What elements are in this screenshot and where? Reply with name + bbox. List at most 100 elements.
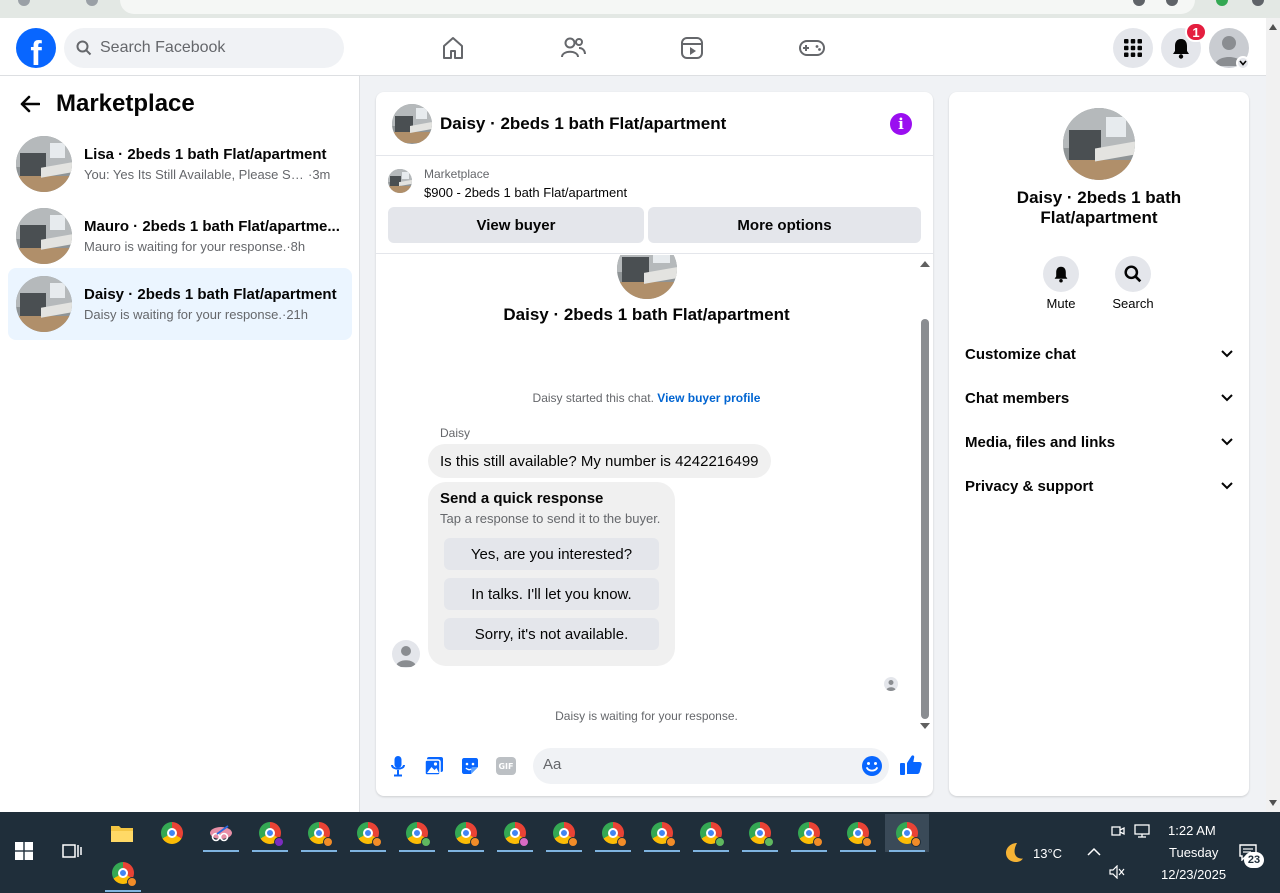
chrome-profile-1-icon[interactable] [248, 814, 292, 852]
chrome-profile-3-icon[interactable] [346, 814, 390, 852]
chrome-profile-5-icon[interactable] [444, 814, 488, 852]
network-icon[interactable] [1134, 824, 1150, 838]
section-label: Chat members [965, 389, 1070, 407]
chrome-profile-6-icon[interactable] [493, 814, 537, 852]
quick-response-in-talks[interactable]: In talks. I'll let you know. [444, 578, 659, 610]
chrome-profile-8-icon[interactable] [591, 814, 635, 852]
back-icon[interactable] [18, 0, 30, 6]
search-input[interactable] [100, 39, 320, 57]
file-explorer-icon[interactable] [100, 814, 144, 852]
meet-now-icon[interactable] [1111, 824, 1125, 838]
weather-temperature[interactable]: 13°C [1033, 846, 1062, 861]
sender-avatar [392, 640, 420, 668]
scroll-thumb[interactable] [921, 319, 929, 719]
snipping-tool-icon[interactable] [199, 814, 243, 852]
moon-weather-icon[interactable] [1002, 841, 1024, 863]
conversation-snippet: Daisy is waiting for your response. [84, 307, 282, 322]
view-buyer-button[interactable]: View buyer [388, 207, 644, 243]
message-input[interactable] [543, 756, 843, 773]
conversation-time: ·8h [286, 239, 306, 254]
search-box[interactable] [64, 28, 344, 68]
clock-day[interactable]: Tuesday [1169, 845, 1218, 860]
browser-toolbar [0, 0, 1280, 18]
message-thread[interactable]: Daisy · 2beds 1 bath Flat/apartment Dais… [376, 255, 933, 733]
chevron-down-icon [1221, 438, 1233, 446]
gif-icon[interactable]: GIF [494, 754, 518, 778]
conversation-item-daisy[interactable]: Daisy · 2beds 1 bath Flat/apartment Dais… [8, 268, 352, 340]
chrome-profile-10-icon[interactable] [689, 814, 733, 852]
listing-thumbnail [16, 276, 72, 332]
chrome-app-icon[interactable] [150, 814, 194, 852]
conversation-item-mauro[interactable]: Mauro · 2beds 1 bath Flat/apartme... Mau… [8, 200, 352, 272]
conversation-title: Lisa · 2beds 1 bath Flat/apartment [84, 146, 327, 163]
info-icon[interactable]: i [890, 113, 912, 135]
chrome-profile-9-icon[interactable] [640, 814, 684, 852]
profile-icon[interactable] [1216, 0, 1228, 6]
gaming-icon[interactable] [797, 33, 827, 63]
sender-name: Daisy [440, 426, 471, 440]
quick-response-not-available[interactable]: Sorry, it's not available. [444, 618, 659, 650]
marketplace-listing-banner: Marketplace $900 - 2beds 1 bath Flat/apa… [376, 157, 933, 254]
photo-attach-icon[interactable] [422, 754, 446, 778]
windows-start-icon[interactable] [2, 832, 46, 870]
listing-price-title[interactable]: $900 - 2beds 1 bath Flat/apartment [424, 185, 627, 200]
chrome-profile-2-icon[interactable] [297, 814, 341, 852]
chat-title[interactable]: Daisy · 2beds 1 bath Flat/apartment [440, 114, 726, 134]
clock-date[interactable]: 12/23/2025 [1161, 867, 1226, 882]
microphone-icon[interactable] [386, 754, 410, 778]
mute-button[interactable]: Mute [1031, 256, 1091, 311]
conversation-title: Daisy · 2beds 1 bath Flat/apartment [84, 286, 337, 303]
chrome-profile-11-icon[interactable] [738, 814, 782, 852]
reload-icon[interactable] [86, 0, 98, 6]
address-bar[interactable] [120, 0, 1195, 14]
section-customize-chat[interactable]: Customize chat [965, 340, 1233, 368]
chevron-down-icon[interactable] [1236, 56, 1250, 70]
listing-thumbnail [16, 208, 72, 264]
logo-letter: f [30, 35, 42, 68]
back-arrow-icon[interactable] [20, 95, 40, 113]
menu-grid-icon[interactable] [1113, 28, 1153, 68]
chat-avatar[interactable] [392, 103, 432, 144]
top-navigation: f 1 [0, 18, 1266, 76]
task-view-icon[interactable] [50, 832, 94, 870]
search-icon [1115, 256, 1151, 292]
emoji-icon[interactable] [861, 755, 883, 777]
section-media-files-links[interactable]: Media, files and links [965, 428, 1233, 456]
view-buyer-profile-link[interactable]: View buyer profile [657, 391, 760, 405]
conversation-time: ·3m [308, 167, 331, 182]
chrome-profile-4-icon[interactable] [395, 814, 439, 852]
chat-intro-avatar [617, 255, 677, 299]
quick-response-interested[interactable]: Yes, are you interested? [444, 538, 659, 570]
section-chat-members[interactable]: Chat members [965, 384, 1233, 412]
like-thumb-icon[interactable] [898, 752, 924, 778]
chat-intro-name: Daisy · 2beds 1 bath Flat/apartment [503, 305, 790, 324]
volume-muted-icon[interactable] [1109, 865, 1125, 879]
chrome-profile-12-icon[interactable] [787, 814, 831, 852]
tray-expand-chevron-icon[interactable] [1087, 847, 1101, 856]
sticker-icon[interactable] [458, 754, 482, 778]
notification-badge: 1 [1185, 22, 1207, 42]
chrome-profile-active-icon[interactable] [885, 814, 929, 852]
search-conversation-button[interactable]: Search [1103, 256, 1163, 311]
section-privacy-support[interactable]: Privacy & support [965, 472, 1233, 500]
panel-header: Marketplace [20, 90, 195, 118]
chrome-profile-14-icon[interactable] [101, 854, 145, 892]
chrome-profile-7-icon[interactable] [542, 814, 586, 852]
clock-time[interactable]: 1:22 AM [1168, 823, 1216, 838]
home-icon[interactable] [438, 33, 468, 63]
page-scrollbar[interactable] [1266, 18, 1280, 812]
chat-scrollbar[interactable] [917, 255, 933, 733]
chat-panel: Daisy · 2beds 1 bath Flat/apartment i Ma… [376, 92, 933, 796]
scroll-down-arrow-icon[interactable] [920, 723, 930, 729]
scroll-up-arrow-icon[interactable] [920, 261, 930, 267]
message-composer: GIF [376, 744, 933, 788]
browser-menu-icon[interactable] [1252, 0, 1264, 6]
action-center-badge: 23 [1244, 852, 1264, 868]
video-icon[interactable] [677, 33, 707, 63]
message-bubble[interactable]: Is this still available? My number is 42… [428, 444, 771, 478]
more-options-button[interactable]: More options [648, 207, 921, 243]
facebook-logo-icon[interactable]: f [16, 28, 56, 68]
friends-icon[interactable] [558, 33, 588, 63]
conversation-item-lisa[interactable]: Lisa · 2beds 1 bath Flat/apartment You: … [8, 128, 352, 200]
chrome-profile-13-icon[interactable] [836, 814, 880, 852]
